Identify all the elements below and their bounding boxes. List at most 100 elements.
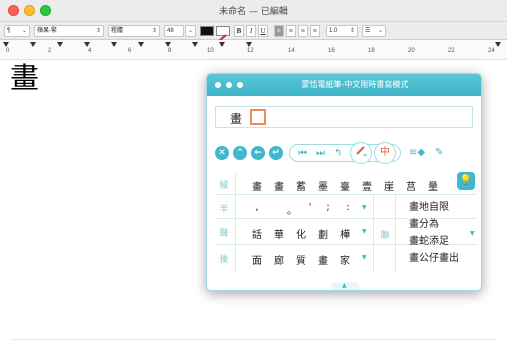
stepper-icon: ⇕: [151, 28, 157, 34]
candidate-char[interactable]: 樺: [338, 226, 352, 241]
font-size-dropdown[interactable]: ⌄: [185, 25, 196, 37]
list-style-select[interactable]: ☰ ⌄: [362, 25, 386, 37]
candidate-char[interactable]: 廊: [272, 252, 286, 267]
brush-icon[interactable]: ✎: [435, 147, 443, 159]
right-margin-marker[interactable]: [495, 42, 501, 47]
chevron-down-icon: ⌄: [21, 28, 27, 34]
tab-stop-marker[interactable]: [57, 42, 63, 47]
candidate-char[interactable]: 。: [285, 202, 299, 217]
ime-titlebar[interactable]: 蒙恬電紙筆-中文限時書寫模式: [207, 74, 481, 96]
phrase-candidate[interactable]: 畫蛇添足: [409, 232, 449, 247]
ime-maximize-dot[interactable]: [237, 82, 243, 88]
tab-stop-marker[interactable]: [111, 42, 117, 47]
dropdown-arrow-icon[interactable]: ▼: [362, 204, 367, 211]
dropdown-arrow-icon[interactable]: ▼: [362, 254, 367, 261]
italic-button[interactable]: I: [246, 25, 256, 37]
left-margin-marker[interactable]: [3, 42, 9, 47]
ruler-number: 22: [448, 48, 455, 54]
font-family-select[interactable]: 蘋果-繁 ⇕: [34, 25, 104, 37]
font-size-label: 48: [167, 28, 174, 34]
candidate-char[interactable]: 畫: [250, 178, 264, 193]
tab-stop-marker[interactable]: [138, 42, 144, 47]
prev-icon[interactable]: ⏮: [298, 148, 307, 160]
bold-button[interactable]: B: [234, 25, 244, 37]
tab-stop-marker[interactable]: [219, 42, 225, 47]
candidate-char[interactable]: 劃: [316, 226, 330, 241]
underline-button[interactable]: U: [258, 25, 268, 37]
candidate-char[interactable]: 話: [250, 226, 264, 241]
chinese-mode-icon[interactable]: 中: [374, 142, 396, 164]
enter-icon[interactable]: ↵: [269, 146, 283, 160]
candidate-char[interactable]: ': [303, 202, 317, 213]
align-left-button[interactable]: ≡: [274, 25, 284, 37]
candidate-char[interactable]: 臺: [338, 178, 352, 193]
mode-zh-label: 中: [380, 147, 390, 158]
next-icon[interactable]: ⏭: [316, 148, 325, 160]
tab-stop-marker[interactable]: [84, 42, 90, 47]
chevron-down-icon: ⌄: [377, 28, 383, 34]
row-divider: [215, 194, 477, 195]
lightbulb-icon[interactable]: 💡: [457, 172, 475, 190]
highlight-color-swatch[interactable]: [216, 26, 230, 42]
ime-close-dot[interactable]: [215, 82, 221, 88]
tab-stop-marker[interactable]: [30, 42, 36, 47]
paragraph-style-select[interactable]: ¶ ⌄: [4, 25, 30, 37]
font-size-input[interactable]: 48: [164, 25, 184, 37]
dropdown-arrow-icon[interactable]: ▼: [362, 228, 367, 235]
eraser-icon[interactable]: ≡◆: [409, 147, 425, 159]
dropdown-arrow-icon[interactable]: ▼: [470, 230, 475, 237]
up-icon[interactable]: ⌃: [233, 146, 247, 160]
candidate-char[interactable]: 家: [338, 252, 352, 267]
undo-icon[interactable]: ↰: [334, 148, 342, 160]
candidate-char[interactable]: ;: [321, 202, 335, 213]
ruler-number: 18: [368, 48, 375, 54]
candidate-char[interactable]: 面: [250, 252, 264, 267]
phrase-candidate[interactable]: 畫公仔畫出: [409, 249, 459, 264]
align-right-button[interactable]: ≡: [298, 25, 308, 37]
tab-stop-marker[interactable]: [192, 42, 198, 47]
ruler-number: 24: [488, 48, 495, 54]
list-icon: ☰: [365, 28, 371, 34]
pen-icon[interactable]: [350, 142, 372, 164]
candidate-char[interactable]: 莒: [404, 178, 418, 193]
tab-stop-marker[interactable]: [246, 42, 252, 47]
line-spacing-select[interactable]: 1.0 ⇕: [326, 25, 358, 37]
ruler[interactable]: 0 2 4 6 8 10 12 14 16 18 20 22 24: [0, 40, 507, 60]
candidate-char[interactable]: 畫: [272, 178, 286, 193]
ruler-number: 2: [48, 48, 52, 54]
document-text[interactable]: 畫: [10, 62, 39, 94]
candidate-char[interactable]: 華: [272, 226, 286, 241]
stepper-icon: ⇕: [349, 28, 355, 34]
candidate-char[interactable]: 畫: [316, 252, 330, 267]
ruler-number: 14: [288, 48, 295, 54]
align-justify-button[interactable]: ≡: [310, 25, 320, 37]
font-style-select[interactable]: 粗體 ⇕: [108, 25, 160, 37]
ime-minimize-dot[interactable]: [226, 82, 232, 88]
candidate-char[interactable]: 墨: [316, 178, 330, 193]
tab-stop-marker[interactable]: [165, 42, 171, 47]
candidate-char[interactable]: 崖: [382, 178, 396, 193]
back-icon[interactable]: ←: [251, 146, 265, 160]
text-color-swatch[interactable]: [200, 26, 214, 36]
candidate-char[interactable]: 化: [294, 226, 308, 241]
candidate-char[interactable]: 蓄: [294, 178, 308, 193]
up-arrow-icon: ▲: [342, 282, 347, 289]
phrase-side-label: 聯: [380, 231, 390, 241]
align-center-button[interactable]: ≡: [286, 25, 296, 37]
phrase-candidate[interactable]: 畫地自限: [409, 198, 449, 213]
input-cursor-box: [250, 109, 266, 125]
col-divider: [373, 194, 374, 272]
divider: [12, 339, 495, 340]
chevron-down-icon: ⌄: [187, 28, 193, 34]
candidate-char[interactable]: 質: [294, 252, 308, 267]
preedit-box[interactable]: 畫: [215, 106, 473, 128]
candidate-char[interactable]: 壹: [360, 178, 374, 193]
candidate-char[interactable]: ,: [250, 202, 264, 213]
candidate-char[interactable]: :: [341, 202, 355, 213]
expand-tab[interactable]: ▲: [331, 282, 359, 290]
ruler-number: 20: [408, 48, 415, 54]
close-icon[interactable]: ✕: [215, 146, 229, 160]
phrase-candidate[interactable]: 畫分為: [409, 215, 439, 230]
candidate-char[interactable]: 量: [426, 178, 440, 193]
edit-group: ⏮ ⏭ ↰ 中: [289, 142, 401, 164]
